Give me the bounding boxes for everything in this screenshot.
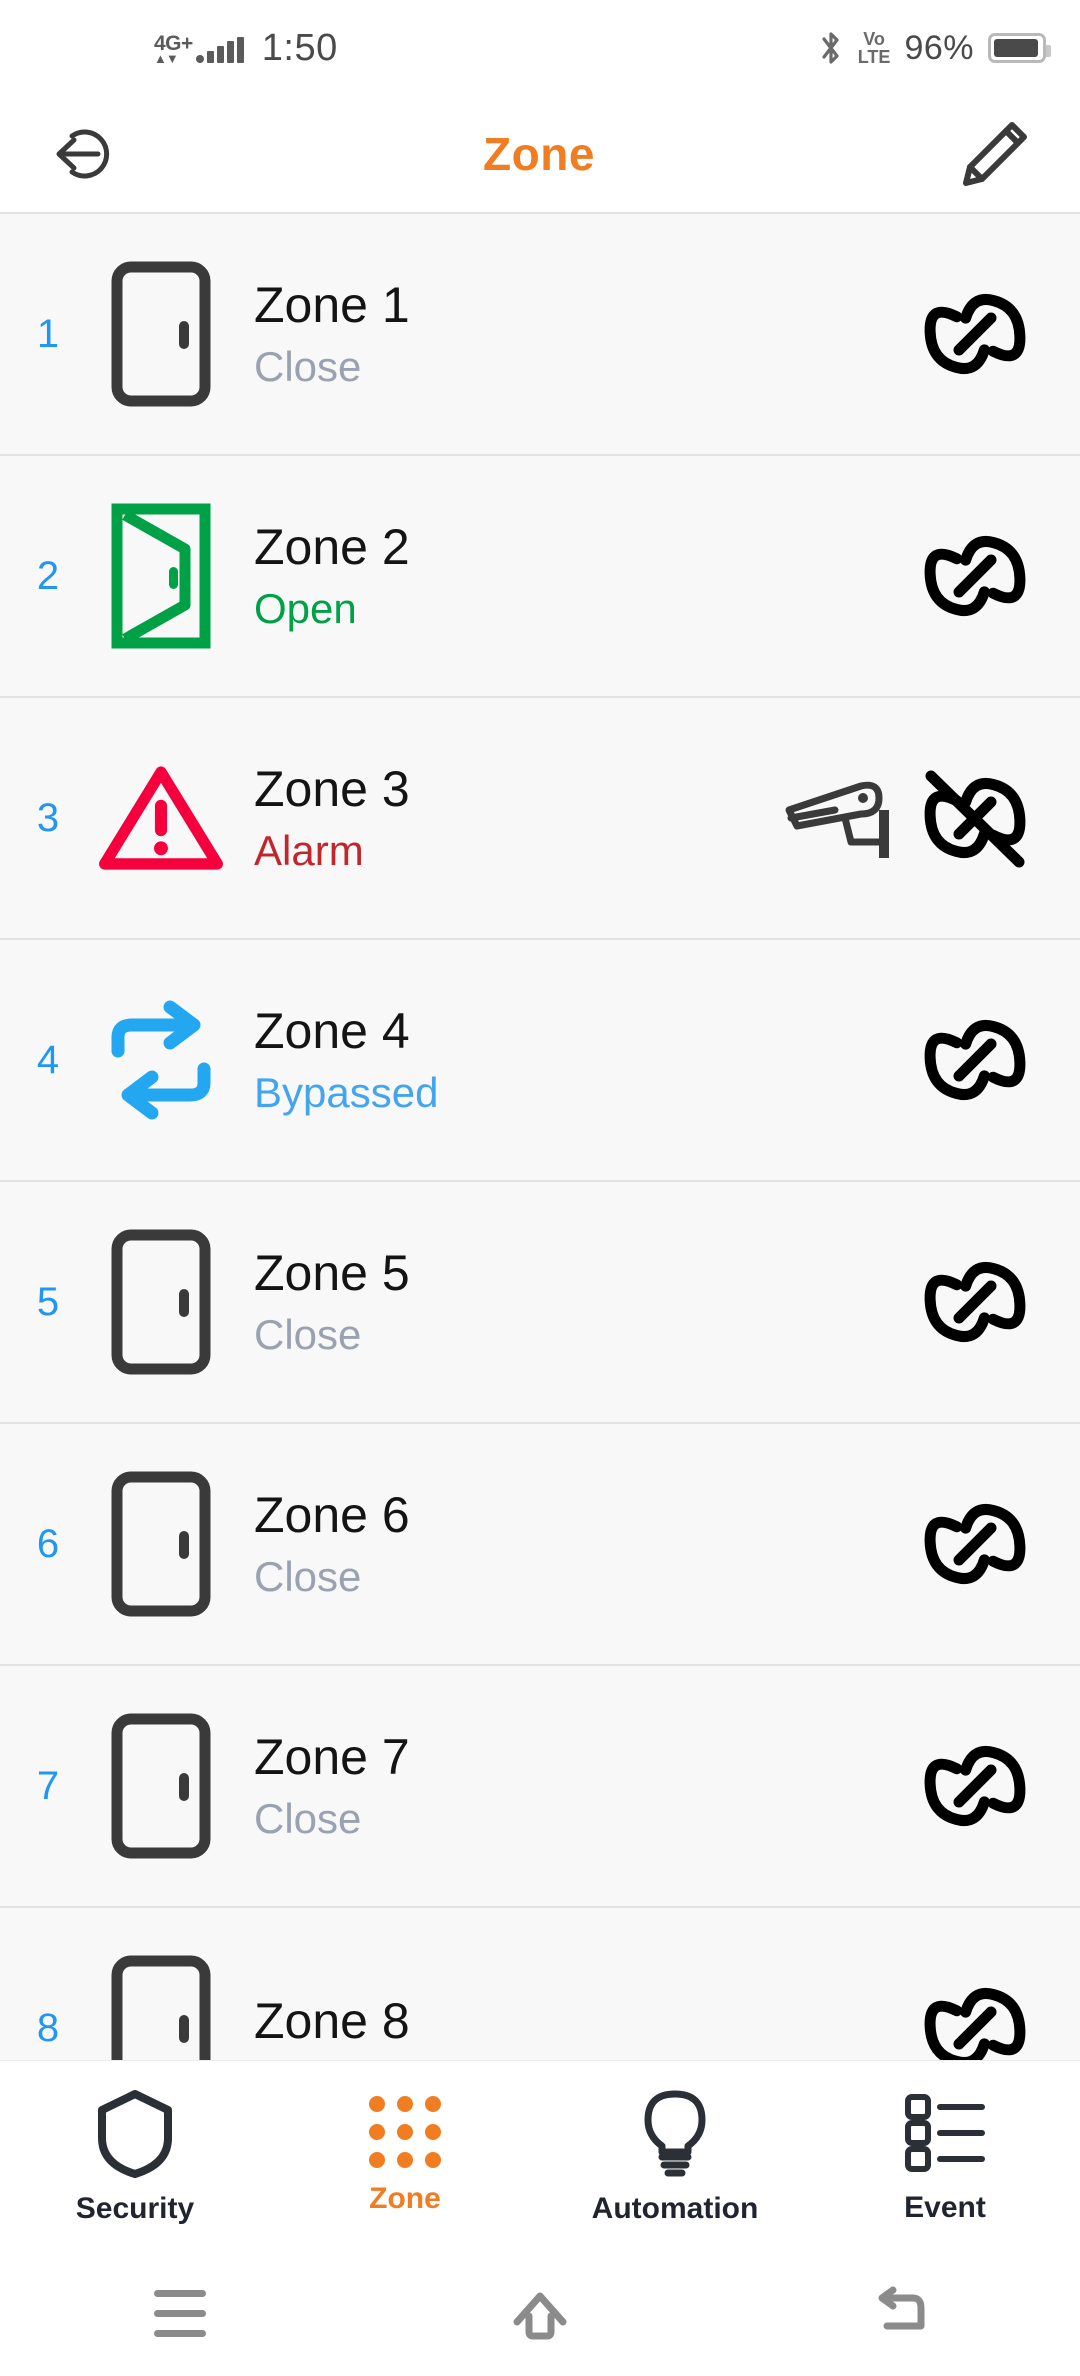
link-icon[interactable] <box>910 1730 1040 1842</box>
door-closed-icon <box>96 1953 226 2060</box>
zone-name: Zone 6 <box>254 1486 410 1543</box>
status-bar-clock: 1:50 <box>261 26 338 69</box>
home-icon[interactable] <box>480 2268 600 2358</box>
shield-icon <box>92 2086 178 2178</box>
door-closed-icon <box>96 1711 226 1861</box>
zone-number: 8 <box>36 2005 60 2050</box>
volte-bottom-label: LTE <box>857 47 891 67</box>
zone-text-block: Zone 7 Close <box>226 1731 760 1842</box>
zone-row[interactable]: 1 Zone 1 Close <box>0 214 1080 456</box>
hamburger-recents-icon[interactable] <box>120 2268 240 2358</box>
zone-number: 5 <box>36 1279 60 1324</box>
grid-dots-icon <box>369 2095 441 2168</box>
tab-automation[interactable]: Automation <box>540 2086 810 2226</box>
page-title: Zone <box>483 128 595 180</box>
link-icon[interactable] <box>910 278 1040 390</box>
zone-text-block: Zone 2 Open <box>226 521 760 632</box>
door-closed-icon <box>96 1227 226 1377</box>
volte-icon: Vo LTE <box>858 30 891 66</box>
zone-name: Zone 3 <box>254 760 410 817</box>
link-icon[interactable] <box>910 1004 1040 1116</box>
grid-dots-icon <box>369 2095 441 2168</box>
alarm-warning-icon <box>96 753 226 883</box>
zone-row[interactable]: 7 Zone 7 Close <box>0 1666 1080 1908</box>
camera-icon[interactable] <box>760 770 910 866</box>
zone-row[interactable]: 6 Zone 6 Close <box>0 1424 1080 1666</box>
zone-row[interactable]: 3 Zone 3 Alarm <box>0 698 1080 940</box>
app-header: Zone <box>0 96 1080 214</box>
zone-name: Zone 5 <box>254 1244 410 1301</box>
signal-bars-icon: 4G+ ▲▼ <box>154 33 244 66</box>
door-closed-icon <box>96 1469 226 1619</box>
link-icon[interactable] <box>910 1488 1040 1600</box>
zone-status: Alarm <box>254 827 364 875</box>
volte-top-label: Vo <box>863 29 885 49</box>
tab-zone[interactable]: Zone <box>270 2095 540 2216</box>
back-icon[interactable] <box>840 2268 960 2358</box>
bottom-tab-bar: Security Zone Automation Event <box>0 2060 1080 2250</box>
zone-name: Zone 7 <box>254 1728 410 1785</box>
zone-number: 6 <box>36 1521 60 1566</box>
link-icon[interactable] <box>910 1972 1040 2060</box>
pencil-edit-icon[interactable] <box>954 115 1032 193</box>
zone-number: 2 <box>36 553 60 598</box>
back-arrow-circle-icon[interactable] <box>48 116 124 192</box>
zone-list[interactable]: 1 Zone 1 Close 2 Zone 2 Open 3 Zone 3 Alarm 4 Zone… <box>0 214 1080 2060</box>
android-nav-bar <box>0 2250 1080 2376</box>
tab-security[interactable]: Security <box>0 2086 270 2226</box>
tab-label: Event <box>904 2190 986 2224</box>
zone-status: Close <box>254 1553 362 1601</box>
zone-name: Zone 1 <box>254 276 410 333</box>
tab-label: Automation <box>591 2191 759 2225</box>
zone-row[interactable]: 8 Zone 8 <box>0 1908 1080 2060</box>
zone-status: Bypassed <box>254 1069 439 1117</box>
battery-percent-label: 96% <box>904 28 974 67</box>
bluetooth-icon <box>818 30 844 66</box>
unlink-icon[interactable] <box>910 762 1040 874</box>
door-closed-icon <box>96 259 226 409</box>
status-bar-right: Vo LTE 96% <box>818 28 1051 68</box>
zone-status: Close <box>254 1311 362 1359</box>
tab-event[interactable]: Event <box>810 2087 1080 2225</box>
zone-number: 4 <box>36 1037 60 1082</box>
zone-row[interactable]: 5 Zone 5 Close <box>0 1182 1080 1424</box>
link-icon[interactable] <box>910 520 1040 632</box>
tab-label: Security <box>75 2191 195 2225</box>
data-arrows-icon: ▲▼ <box>154 51 179 66</box>
zone-name: Zone 4 <box>254 1002 410 1059</box>
zone-text-block: Zone 6 Close <box>226 1489 760 1600</box>
zone-text-block: Zone 8 <box>226 1995 760 2060</box>
link-icon[interactable] <box>910 1246 1040 1358</box>
zone-number: 3 <box>36 795 60 840</box>
zone-name: Zone 8 <box>254 1992 410 2049</box>
status-bar-left: 4G+ ▲▼ 1:50 <box>34 27 338 70</box>
zone-row[interactable]: 2 Zone 2 Open <box>0 456 1080 698</box>
zone-status: Close <box>254 1795 362 1843</box>
zone-text-block: Zone 1 Close <box>226 279 760 390</box>
battery-icon <box>988 33 1051 63</box>
zone-text-block: Zone 3 Alarm <box>226 763 760 874</box>
zone-row[interactable]: 4 Zone 4 Bypassed <box>0 940 1080 1182</box>
lightbulb-icon <box>632 2086 718 2178</box>
status-bar: 4G+ ▲▼ 1:50 Vo LTE 96% <box>0 0 1080 96</box>
tab-label: Zone <box>369 2181 441 2215</box>
zone-number: 7 <box>36 1763 60 1808</box>
zone-text-block: Zone 5 Close <box>226 1247 760 1358</box>
zone-name: Zone 2 <box>254 518 410 575</box>
list-icon <box>900 2087 990 2177</box>
zone-text-block: Zone 4 Bypassed <box>226 1005 760 1116</box>
bypass-arrows-icon <box>96 995 226 1125</box>
app-screen: 4G+ ▲▼ 1:50 Vo LTE 96% Zone 1 Zone 1 Clo… <box>0 0 1080 2376</box>
zone-status: Close <box>254 343 362 391</box>
zone-status: Open <box>254 585 357 633</box>
zone-number: 1 <box>36 311 60 356</box>
door-open-icon <box>96 501 226 651</box>
signal-strength-icon <box>195 37 244 63</box>
